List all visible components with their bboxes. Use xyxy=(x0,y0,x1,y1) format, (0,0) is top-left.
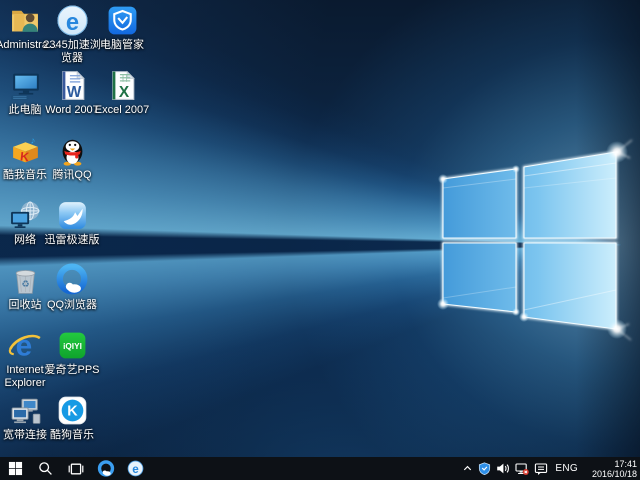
svg-text:e: e xyxy=(16,330,33,362)
recycle-bin-icon: ♻ xyxy=(1,263,49,297)
search-button[interactable] xyxy=(31,457,60,480)
windows-hero-logo xyxy=(420,135,640,345)
kugou-k-icon: K xyxy=(48,393,96,427)
start-button[interactable] xyxy=(1,457,30,480)
desktop-icon-internet-explorer[interactable]: e Internet Explorer xyxy=(1,328,49,390)
tray-volume[interactable] xyxy=(496,457,510,480)
qq-browser-icon xyxy=(97,460,115,478)
2345-browser-icon: e xyxy=(48,3,96,37)
tray-network[interactable] xyxy=(515,457,529,480)
2345-browser-icon: e xyxy=(127,460,144,477)
desktop-icon-label: Excel 2007 xyxy=(93,104,151,117)
word-document-icon: W xyxy=(48,68,96,102)
task-view-icon xyxy=(68,461,84,477)
desktop-icon-label: 迅雷极速版 xyxy=(43,234,101,247)
taskbar: e xyxy=(0,457,640,480)
desktop-icon-label: 爱奇艺PPS xyxy=(43,364,101,377)
qq-penguin-icon xyxy=(48,133,96,167)
svg-text:K: K xyxy=(19,149,29,164)
desktop-icon-label: 酷狗音乐 xyxy=(43,429,101,442)
desktop-icon-this-pc[interactable]: 此电脑 xyxy=(1,68,49,117)
taskbar-qq-browser-button[interactable] xyxy=(91,457,120,480)
desktop-icon-iqiyi[interactable]: iQIYI 爱奇艺PPS xyxy=(48,328,96,377)
windows-start-icon xyxy=(8,461,23,476)
clock-date: 2016/10/18 xyxy=(585,469,637,479)
desktop-icon-qq-browser[interactable]: QQ浏览器 xyxy=(48,263,96,312)
taskbar-2345-browser-button[interactable]: e xyxy=(121,457,150,480)
search-icon xyxy=(38,461,53,476)
windows-desktop-screen: Administra... e 2345加速浏览器 电脑管家 xyxy=(0,0,640,480)
tray-pc-manager[interactable] xyxy=(478,457,491,480)
desktop-icon-excel-2007[interactable]: X Excel 2007 xyxy=(98,68,146,117)
ie-icon: e xyxy=(1,328,49,362)
system-tray: ENG 17:41 2016/10/18 xyxy=(462,457,639,480)
desktop-icon-broadband[interactable]: 宽带连接 xyxy=(1,393,49,442)
speaker-icon xyxy=(496,462,510,475)
action-center-icon xyxy=(534,462,548,476)
desktop-wallpaper xyxy=(0,0,640,457)
network-disconnected-icon xyxy=(515,462,529,476)
kuwo-music-box-icon: K ♪ xyxy=(1,133,49,167)
svg-text:♪: ♪ xyxy=(30,135,35,145)
svg-text:X: X xyxy=(118,83,129,100)
desktop-icon-word-2007[interactable]: W Word 2007 xyxy=(48,68,96,117)
svg-text:K: K xyxy=(67,403,78,419)
svg-text:iQIYI: iQIYI xyxy=(63,342,82,351)
iqiyi-icon: iQIYI xyxy=(48,328,96,362)
network-globe-icon xyxy=(1,198,49,232)
tray-clock[interactable]: 17:41 2016/10/18 xyxy=(585,459,639,479)
shield-icon xyxy=(478,462,491,475)
svg-text:♻: ♻ xyxy=(21,279,29,289)
tray-action-center[interactable] xyxy=(534,457,548,480)
desktop-icon-label: 电脑管家 xyxy=(93,39,151,52)
this-pc-monitor-icon xyxy=(1,68,49,102)
excel-document-icon: X xyxy=(98,68,146,102)
desktop-icon-kuwo-music[interactable]: K ♪ 酷我音乐 xyxy=(1,133,49,182)
svg-text:W: W xyxy=(66,83,81,100)
desktop-icon-network[interactable]: 网络 xyxy=(1,198,49,247)
svg-text:e: e xyxy=(65,9,78,35)
pc-manager-shield-icon xyxy=(98,3,146,37)
desktop-icon-tencent-qq[interactable]: 腾讯QQ xyxy=(48,133,96,182)
task-view-button[interactable] xyxy=(61,457,90,480)
desktop-icon-thunder[interactable]: 迅雷极速版 xyxy=(48,198,96,247)
broadband-connection-icon xyxy=(1,393,49,427)
desktop-icon-pc-manager[interactable]: 电脑管家 xyxy=(98,3,146,52)
language-indicator[interactable]: ENG xyxy=(553,463,580,474)
desktop-icon-label: 腾讯QQ xyxy=(43,169,101,182)
hidden-icons-chevron[interactable] xyxy=(462,457,473,480)
thunder-bird-icon xyxy=(48,198,96,232)
svg-text:e: e xyxy=(132,463,139,476)
qq-browser-q-icon xyxy=(48,263,96,297)
desktop-icon-administrator[interactable]: Administra... xyxy=(1,3,49,52)
chevron-up-icon xyxy=(462,463,473,474)
desktop-icon-kugou[interactable]: K 酷狗音乐 xyxy=(48,393,96,442)
desktop-icon-recycle-bin[interactable]: ♻ 回收站 xyxy=(1,263,49,312)
desktop-icon-2345-browser[interactable]: e 2345加速浏览器 xyxy=(48,3,96,65)
clock-time: 17:41 xyxy=(585,459,637,469)
administrator-folder-icon xyxy=(1,3,49,37)
desktop-icon-label: QQ浏览器 xyxy=(43,299,101,312)
